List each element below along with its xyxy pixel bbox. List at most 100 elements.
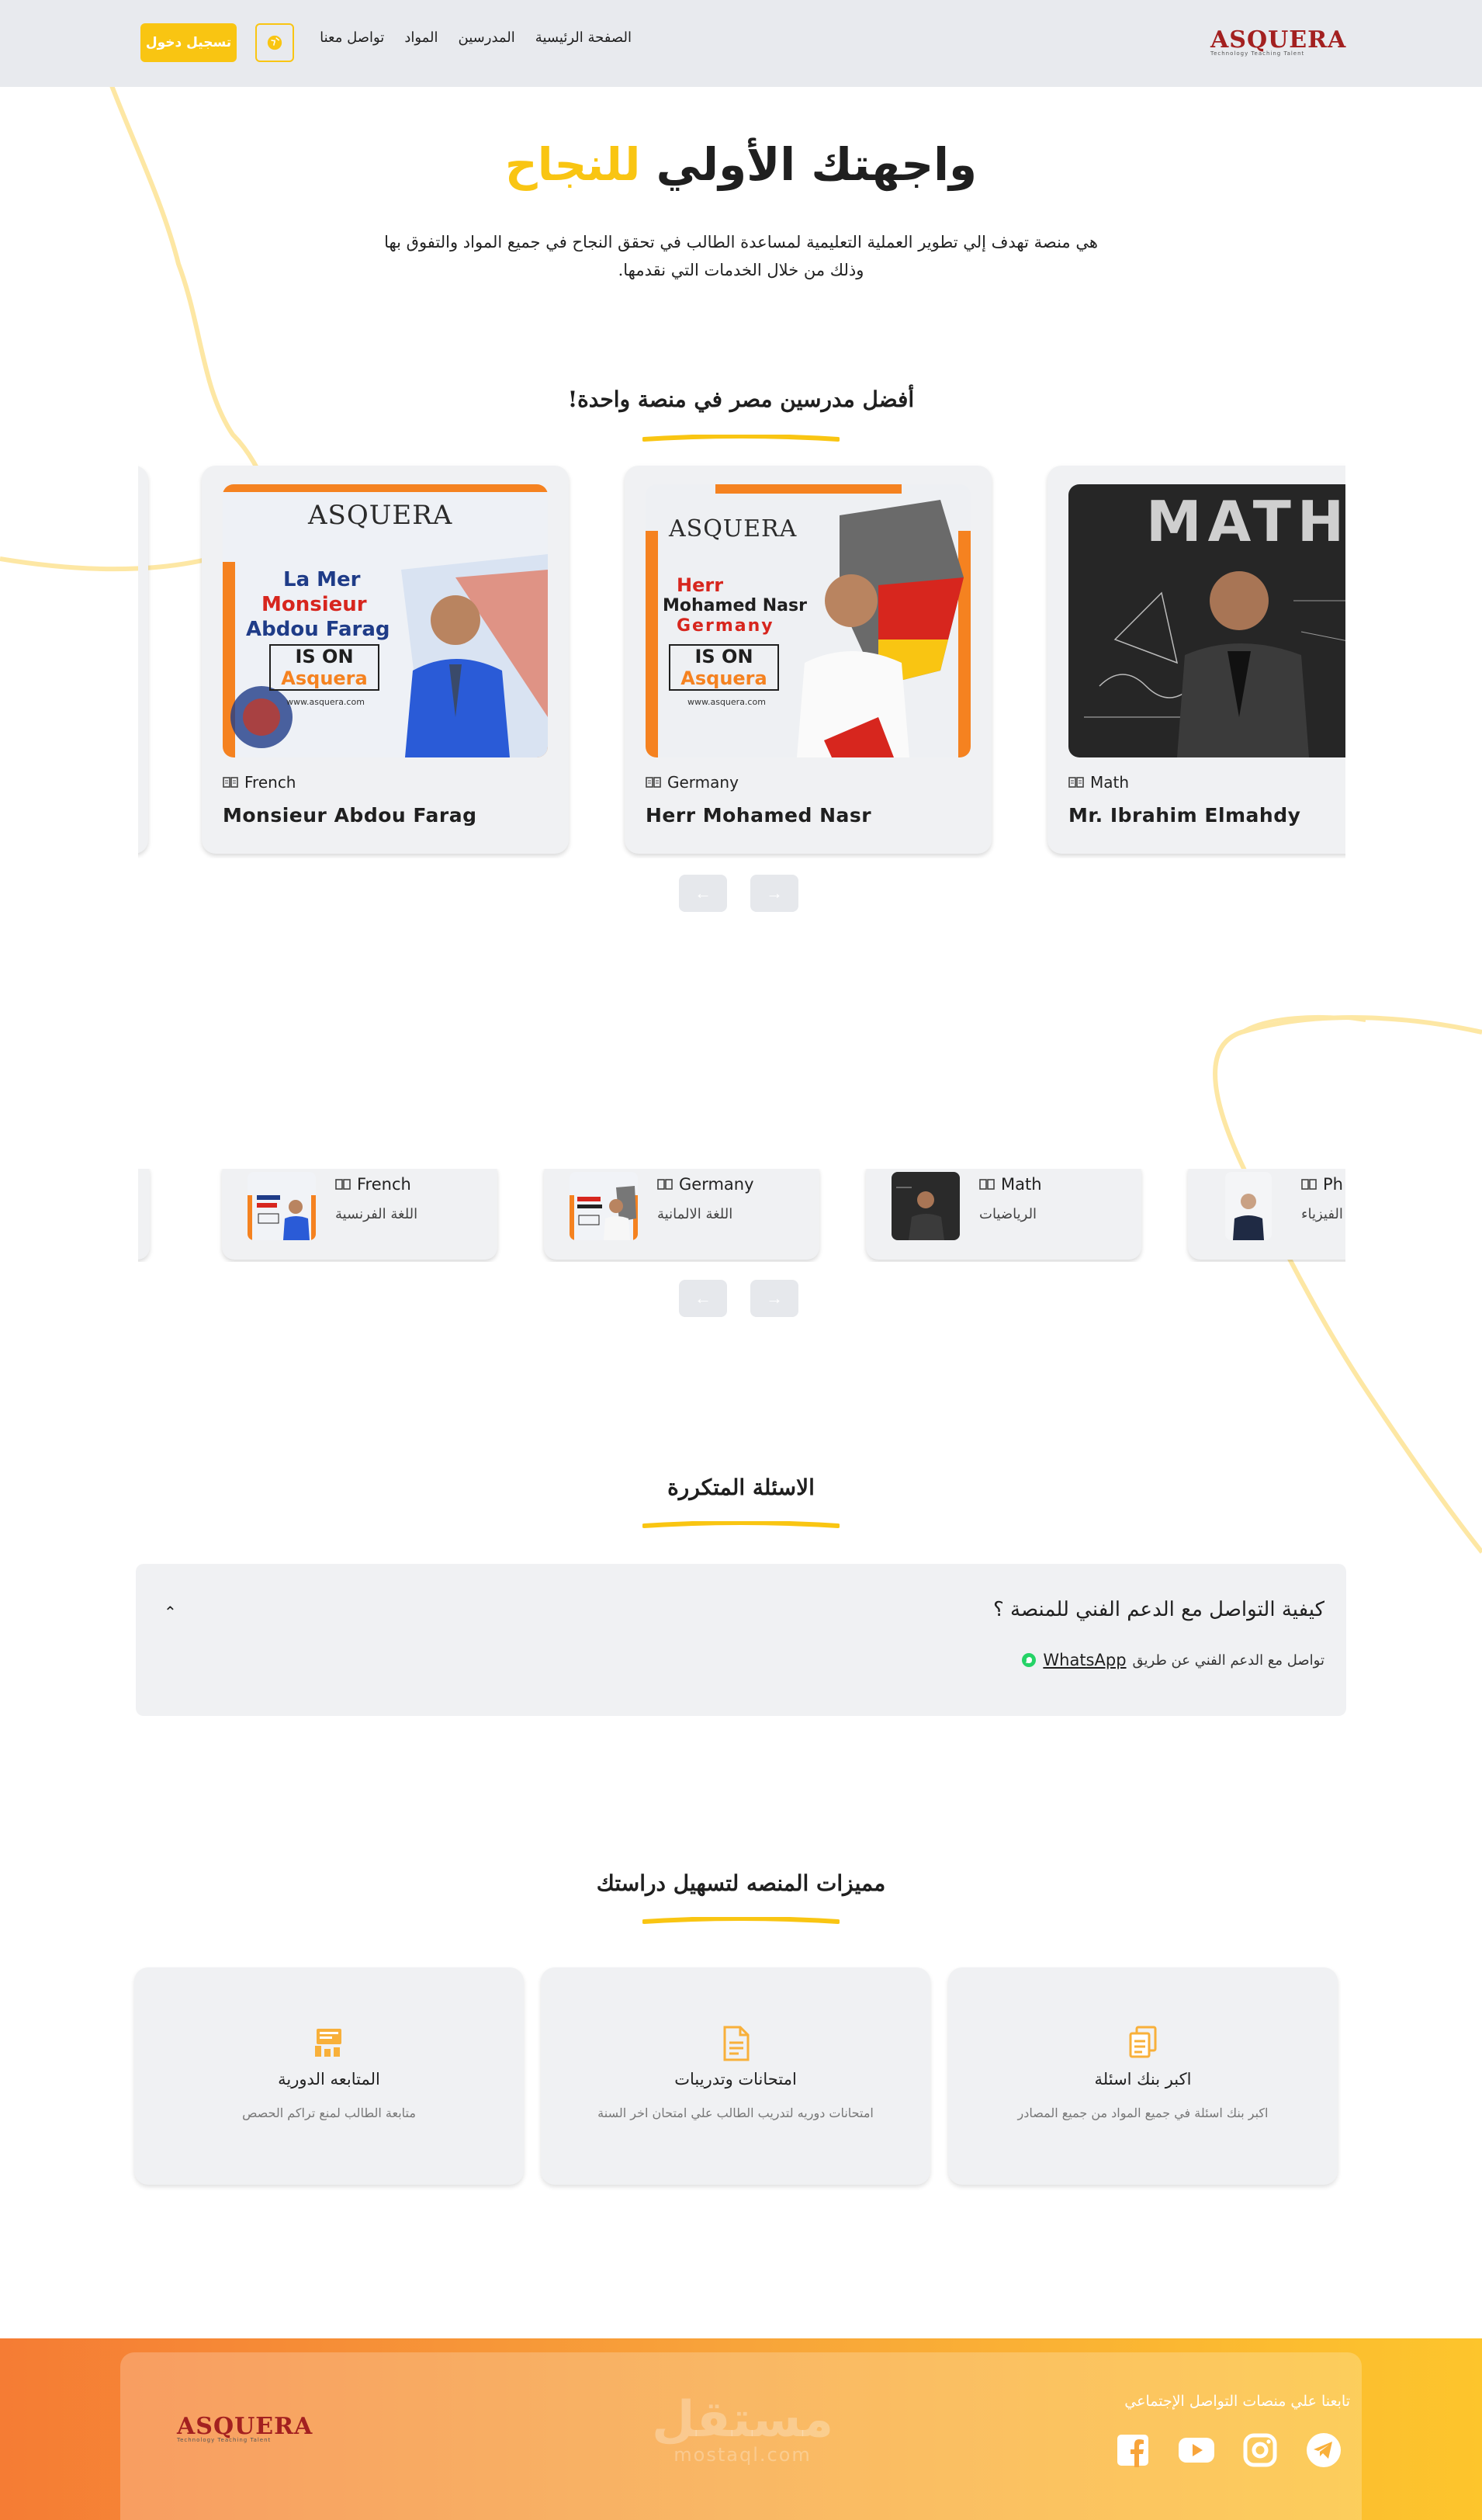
subject-arabic-name: اللغة الالمانية xyxy=(657,1206,733,1222)
subject-arabic-name: الفيزياء xyxy=(1301,1206,1343,1222)
arrow-left-icon: ← xyxy=(694,883,712,903)
book-icon xyxy=(657,1179,673,1190)
feature-card: امتحانات وتدريبات امتحانات دوريه لتدريب … xyxy=(541,1967,930,2185)
subject-label: Germany xyxy=(667,773,739,792)
hero-description: هي منصة تهدف إلي تطوير العملية التعليمية… xyxy=(353,228,1129,284)
teacher-name: Monsieur Abdou Farag xyxy=(223,804,477,827)
book-icon xyxy=(1068,777,1084,788)
subject-label: Math xyxy=(1001,1175,1042,1194)
poster-badge-brand: Asquera xyxy=(281,667,368,689)
feature-description: امتحانات دوريه لتدريب الطالب علي امتحان … xyxy=(597,2106,874,2120)
instagram-icon[interactable] xyxy=(1241,2432,1279,2469)
subject-card[interactable]: Germany اللغة الالمانية xyxy=(544,1169,819,1260)
language-toggle-button[interactable] xyxy=(255,23,294,62)
title-underline xyxy=(642,435,840,442)
subjects-carousel: French اللغة الفرنسية Germany اللغة الال… xyxy=(138,1169,1345,1262)
watermark-text: مستقل xyxy=(652,2391,834,2449)
subject-label: French xyxy=(244,773,296,792)
teacher-poster: ASQUERA La Mer Monsieur Abdou Farag IS O… xyxy=(223,484,548,757)
teacher-poster: MATH xyxy=(1068,484,1345,757)
teacher-card[interactable]: ASQUERA Herr Mohamed Nasr Germany IS ON … xyxy=(625,466,992,854)
footer-logo[interactable]: ASQUERA Technology Teaching Talent xyxy=(177,2413,313,2443)
feature-card: المتابعه الدورية متابعة الطالب لمنع تراك… xyxy=(134,1967,524,2185)
subject-thumbnail xyxy=(570,1172,638,1240)
teacher-subject: Math xyxy=(1068,773,1129,792)
teacher-subject: Germany xyxy=(646,773,739,792)
poster-line: Germany xyxy=(677,616,774,636)
teacher-name: Mr. Ibrahim Elmahdy xyxy=(1068,804,1301,827)
subject-thumbnail xyxy=(892,1172,960,1240)
subject-arabic-name: اللغة الفرنسية xyxy=(335,1206,418,1222)
login-button[interactable]: تسجيل دخول xyxy=(140,23,237,62)
whatsapp-link[interactable]: WhatsApp xyxy=(1043,1651,1126,1669)
carousel-prev-button[interactable]: ← xyxy=(679,1280,727,1317)
faq-question[interactable]: كيفية التواصل مع الدعم الفني للمنصة ؟ xyxy=(993,1598,1324,1621)
feature-description: اكبر بنك اسئلة في جميع المواد من جميع ال… xyxy=(1017,2106,1269,2120)
nav-home[interactable]: الصفحة الرئيسية xyxy=(535,29,632,46)
book-icon xyxy=(979,1179,995,1190)
poster-line: La Mer xyxy=(283,568,361,591)
subject-card-partial[interactable] xyxy=(138,1169,150,1260)
teacher-card-partial[interactable] xyxy=(138,466,148,854)
carousel-next-button[interactable]: → xyxy=(750,1280,798,1317)
feature-title: اكبر بنك اسئلة xyxy=(1094,2070,1192,2088)
youtube-icon[interactable] xyxy=(1178,2432,1215,2469)
footer-logo-text: ASQUERA xyxy=(177,2413,313,2440)
faq-item[interactable]: ⌃ كيفية التواصل مع الدعم الفني للمنصة ؟ … xyxy=(136,1564,1346,1716)
book-icon xyxy=(335,1179,351,1190)
feature-title: امتحانات وتدريبات xyxy=(674,2070,797,2088)
title-underline xyxy=(642,1521,840,1528)
social-links xyxy=(1114,2432,1342,2469)
poster-logo: ASQUERA xyxy=(308,500,453,531)
teacher-card[interactable]: MATH Math Mr. Ibrahim Elmahdy xyxy=(1047,466,1345,854)
telegram-icon[interactable] xyxy=(1305,2432,1342,2469)
arrow-right-icon: → xyxy=(766,1288,783,1308)
carousel-next-button[interactable]: → xyxy=(750,875,798,912)
exam-document-icon xyxy=(723,2026,750,2061)
faq-section-title: الاسئلة المتكررة xyxy=(667,1475,815,1500)
facebook-icon[interactable] xyxy=(1114,2432,1151,2469)
book-icon xyxy=(1301,1179,1317,1190)
poster-line: MATH xyxy=(1146,489,1345,554)
nav-contact[interactable]: تواصل معنا xyxy=(320,29,384,46)
globe-icon xyxy=(267,35,282,50)
chevron-up-icon[interactable]: ⌃ xyxy=(164,1603,177,1621)
poster-url: www.asquera.com xyxy=(286,697,365,707)
poster-line: Monsieur xyxy=(261,593,367,616)
subject-card[interactable]: French اللغة الفرنسية xyxy=(222,1169,497,1260)
title-underline xyxy=(642,1917,840,1924)
teacher-name: Herr Mohamed Nasr xyxy=(646,804,872,827)
arrow-right-icon: → xyxy=(766,883,783,903)
feature-title: المتابعه الدورية xyxy=(278,2070,380,2088)
hero-description-line-2: وذلك من خلال الخدمات التي نقدمها. xyxy=(618,261,864,279)
hero-title-accent: للنجاح xyxy=(504,138,641,191)
nav-teachers[interactable]: المدرسين xyxy=(459,29,515,46)
teacher-poster: ASQUERA Herr Mohamed Nasr Germany IS ON … xyxy=(646,484,971,757)
subject-card[interactable]: Ph الفيزياء xyxy=(1188,1169,1345,1260)
subjects-carousel-controls: ← → xyxy=(679,1280,798,1317)
teachers-carousel-controls: ← → xyxy=(679,875,798,912)
poster-badge-text: IS ON xyxy=(694,646,753,667)
watermark: مستقل mostaql.com xyxy=(652,2391,833,2466)
top-navbar: تسجيل دخول الصفحة الرئيسية المدرسين المو… xyxy=(0,0,1482,87)
faq-answer-text: تواصل مع الدعم الفني عن طريق xyxy=(1132,1652,1324,1669)
subject-arabic-name: الرياضيات xyxy=(979,1206,1037,1222)
hero-title-main: واجهتك الأولي xyxy=(656,138,978,191)
book-icon xyxy=(223,777,238,788)
teacher-subject: French xyxy=(223,773,296,792)
feature-card: اكبر بنك اسئلة اكبر بنك اسئلة في جميع ال… xyxy=(948,1967,1338,2185)
poster-url: www.asquera.com xyxy=(687,697,766,707)
hero-description-line-1: هي منصة تهدف إلي تطوير العملية التعليمية… xyxy=(384,233,1098,251)
hero-title: واجهتك الأولي للنجاح xyxy=(0,138,1482,191)
carousel-prev-button[interactable]: ← xyxy=(679,875,727,912)
nav-subjects[interactable]: المواد xyxy=(404,29,438,46)
faq-answer: تواصل مع الدعم الفني عن طريق WhatsApp xyxy=(1021,1651,1324,1669)
tracking-icon xyxy=(315,2029,341,2057)
poster-line: Herr xyxy=(677,574,724,596)
question-bank-icon xyxy=(1129,2026,1157,2058)
site-logo[interactable]: ASQUERA Technology Teaching Talent xyxy=(1210,26,1346,57)
subject-name: Germany xyxy=(657,1175,754,1194)
logo-text: ASQUERA xyxy=(1210,26,1347,54)
subject-card[interactable]: Math الرياضيات xyxy=(866,1169,1141,1260)
teacher-card[interactable]: ASQUERA La Mer Monsieur Abdou Farag IS O… xyxy=(202,466,569,854)
